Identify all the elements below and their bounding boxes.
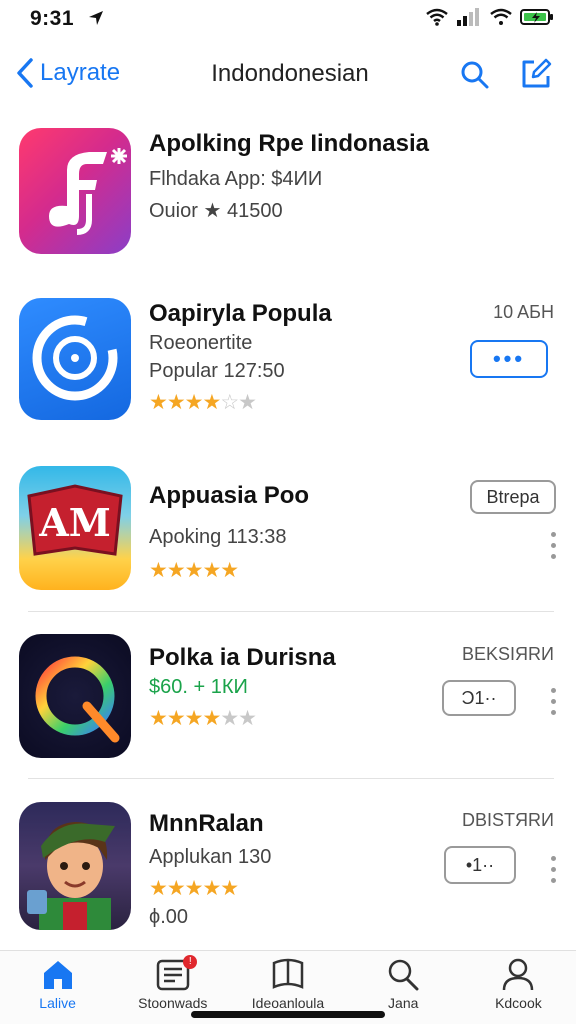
camera-app-icon[interactable] [19, 298, 131, 420]
rating-stars: ★★★★★★ [149, 707, 257, 730]
person-icon [503, 958, 534, 991]
camera-lens-icon [32, 315, 118, 401]
tab-bar: Lalive ! Stoonwads Ideoanloula Jana Kdco… [0, 950, 576, 1024]
cellular-signal-icon [457, 8, 479, 26]
rating-stars: ★★★★☆★ [149, 391, 257, 414]
more-options-button[interactable]: ••• [470, 340, 548, 378]
app-title: Apolking Rpe Iindonasia [149, 130, 430, 157]
divider [28, 611, 554, 612]
search-icon [461, 61, 489, 89]
download-button[interactable]: Ɔ1·· [442, 680, 516, 716]
wifi-icon [426, 8, 448, 26]
character-avatar-icon [27, 822, 115, 930]
status-icons [426, 8, 554, 26]
back-button-label: Layrate [40, 59, 121, 86]
app-title: Appuasia Poo [149, 482, 310, 509]
app-title: Polka ia Durisna [149, 644, 336, 671]
notification-badge: ! [183, 955, 198, 969]
battery-icon [520, 9, 553, 25]
search-icon [388, 959, 419, 991]
music-note-icon [49, 148, 127, 235]
rating-stars: ★★★★★ [149, 559, 239, 582]
compose-icon [522, 58, 552, 88]
tab-label: Jana [388, 995, 419, 1011]
app-price: ϕ.00 [149, 906, 189, 928]
rating-stars: ★★★★★ [149, 877, 239, 900]
app-subtitle: Apoking 113:38 [149, 526, 287, 548]
app-popularity: Popular 127:50 [149, 360, 285, 382]
app-size: 10 AБH [493, 302, 554, 322]
app-subtitle: Flhdaka App: $4ИИ [149, 168, 323, 190]
app-price: $60. + 1КИ [149, 676, 248, 698]
more-options-icon[interactable] [548, 856, 558, 883]
tab-label: Stoonwads [138, 995, 208, 1011]
tab-label: Kdcook [495, 995, 542, 1011]
compose-button[interactable] [520, 58, 552, 95]
game-character-icon[interactable] [19, 802, 131, 930]
app-title: MnnRalan [149, 810, 264, 837]
more-options-icon[interactable] [548, 532, 558, 559]
tab-label: Ideoanloula [251, 995, 325, 1011]
home-icon [43, 961, 72, 989]
more-options-icon[interactable] [548, 688, 558, 715]
colorful-ring-icon [35, 656, 120, 743]
tab-home[interactable]: Lalive [0, 951, 115, 1024]
location-arrow-icon [89, 11, 103, 25]
app-developer: DBISTЯRИ [462, 810, 554, 830]
search-button[interactable] [460, 60, 490, 95]
app-subtitle: Applukan 130 [149, 846, 272, 868]
app-title: Oapiryla Popula [149, 300, 332, 327]
status-bar: 9:31 [0, 0, 576, 40]
back-button[interactable]: Layrate [16, 58, 120, 88]
app-rating-text: Ouior ★ 41500 [149, 200, 283, 222]
navigation-bar: Layrate Indondonesian [0, 48, 576, 104]
divider [28, 778, 554, 779]
tab-profile[interactable]: Kdcook [461, 951, 576, 1024]
wifi-secondary-icon [490, 8, 512, 25]
app-subtitle: Roeonertite [149, 332, 253, 354]
download-button[interactable]: •1·· [444, 846, 516, 884]
am-app-icon[interactable]: AM [19, 466, 131, 590]
q-app-icon[interactable] [19, 634, 131, 758]
status-time: 9:31 [30, 7, 75, 30]
library-icon [272, 958, 304, 989]
music-app-icon[interactable] [19, 128, 131, 254]
app-developer: BEKSIЯRИ [462, 644, 554, 664]
tab-label: Lalive [39, 995, 76, 1011]
chevron-left-icon [17, 58, 33, 88]
home-indicator[interactable] [191, 1011, 385, 1018]
icon-logo-text: AM [39, 500, 111, 545]
get-button[interactable]: Btrepa [470, 480, 556, 514]
